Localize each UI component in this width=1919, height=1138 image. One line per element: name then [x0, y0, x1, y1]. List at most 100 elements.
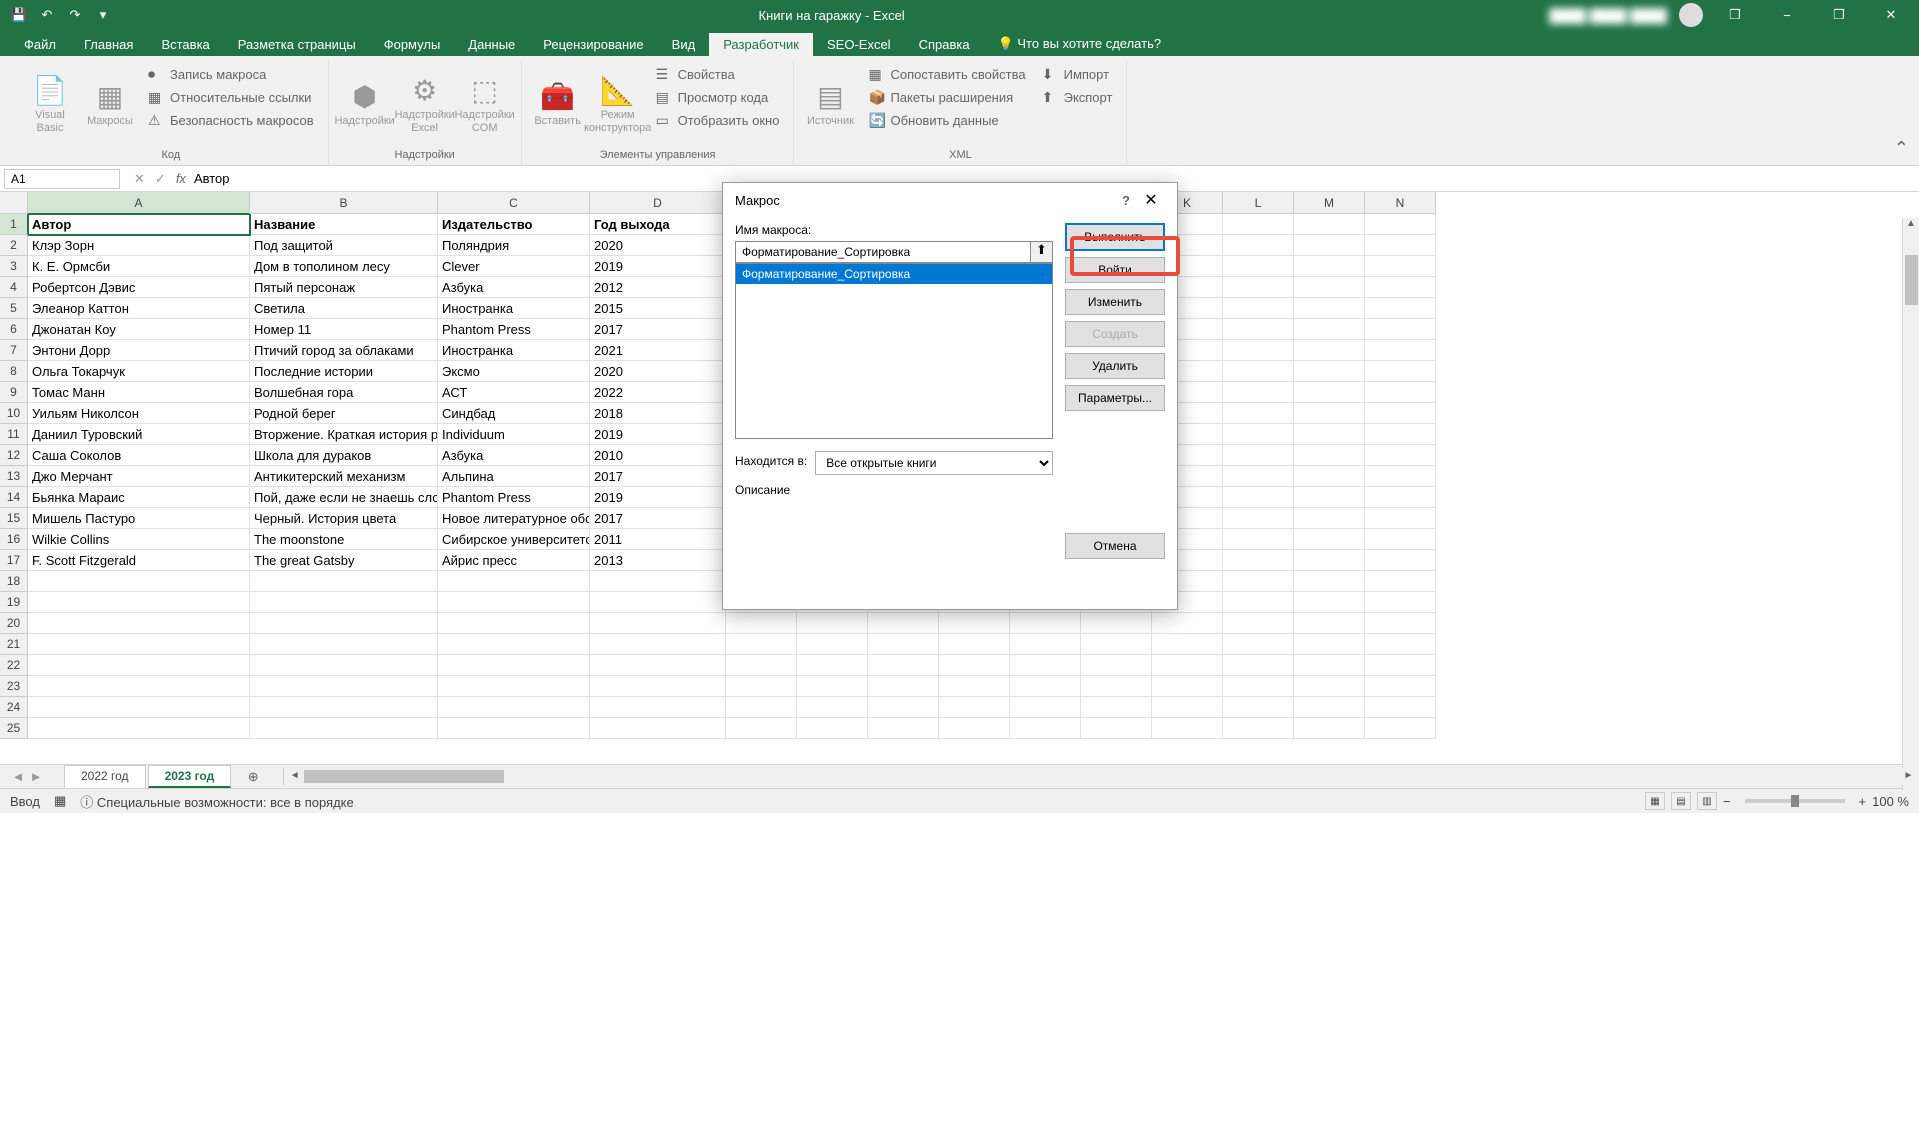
cell[interactable]: [438, 676, 590, 697]
cell[interactable]: Поляндрия: [438, 235, 590, 256]
cell[interactable]: [1152, 634, 1223, 655]
row-header[interactable]: 25: [0, 718, 28, 739]
cell[interactable]: [1294, 592, 1365, 613]
cell[interactable]: Последние истории: [250, 361, 438, 382]
column-header[interactable]: D: [590, 192, 726, 214]
cell[interactable]: [726, 697, 797, 718]
save-icon[interactable]: 💾: [8, 4, 30, 26]
macro-list-item[interactable]: Форматирование_Сортировка: [736, 264, 1052, 284]
cell[interactable]: [250, 697, 438, 718]
cell[interactable]: Альпина: [438, 466, 590, 487]
cell[interactable]: 2022: [590, 382, 726, 403]
cell[interactable]: [1294, 487, 1365, 508]
cell[interactable]: [1294, 634, 1365, 655]
cell[interactable]: Родной берег: [250, 403, 438, 424]
cell[interactable]: [726, 613, 797, 634]
cell[interactable]: [868, 634, 939, 655]
row-header[interactable]: 20: [0, 613, 28, 634]
cell[interactable]: Азбука: [438, 445, 590, 466]
cell[interactable]: Clever: [438, 256, 590, 277]
cell[interactable]: [590, 718, 726, 739]
record-macro-button[interactable]: ⏺Запись макроса: [142, 64, 320, 85]
minimize-button[interactable]: −: [1767, 1, 1807, 29]
edit-macro-button[interactable]: Изменить: [1065, 289, 1165, 315]
cell[interactable]: [1294, 613, 1365, 634]
cell[interactable]: [1152, 676, 1223, 697]
cell[interactable]: [1365, 487, 1436, 508]
redo-icon[interactable]: ↷: [64, 4, 86, 26]
cell[interactable]: Элеанор Каттон: [28, 298, 250, 319]
cell[interactable]: [939, 718, 1010, 739]
macro-options-button[interactable]: Параметры...: [1065, 385, 1165, 411]
cell[interactable]: [1365, 340, 1436, 361]
cell[interactable]: [1223, 634, 1294, 655]
enter-formula-icon[interactable]: ✓: [155, 171, 166, 187]
cell[interactable]: [1223, 319, 1294, 340]
cell[interactable]: [1223, 235, 1294, 256]
tab-формулы[interactable]: Формулы: [370, 33, 455, 56]
row-header[interactable]: 10: [0, 403, 28, 424]
row-header[interactable]: 14: [0, 487, 28, 508]
cell[interactable]: [868, 718, 939, 739]
cell[interactable]: [28, 634, 250, 655]
cell[interactable]: [1294, 361, 1365, 382]
cell[interactable]: [939, 676, 1010, 697]
cell[interactable]: Вторжение. Краткая история русских хакер…: [250, 424, 438, 445]
cell[interactable]: 2020: [590, 235, 726, 256]
cell[interactable]: [868, 697, 939, 718]
collapse-ribbon-icon[interactable]: ⌃: [1894, 138, 1909, 159]
cell[interactable]: [590, 655, 726, 676]
cell[interactable]: [590, 571, 726, 592]
row-header[interactable]: 18: [0, 571, 28, 592]
cell[interactable]: Даниил Туровский: [28, 424, 250, 445]
cell[interactable]: [1365, 235, 1436, 256]
row-header[interactable]: 6: [0, 319, 28, 340]
cell[interactable]: [797, 676, 868, 697]
sheet-nav-prev-icon[interactable]: ◄: [10, 769, 26, 784]
maximize-button[interactable]: ❐: [1819, 1, 1859, 29]
cell[interactable]: [797, 655, 868, 676]
xml-source-button[interactable]: ▤Источник: [802, 60, 858, 149]
row-header[interactable]: 7: [0, 340, 28, 361]
cell[interactable]: [1365, 214, 1436, 235]
accessibility-status[interactable]: ⓘ Специальные возможности: все в порядке: [80, 792, 353, 811]
excel-addins-button[interactable]: ⚙Надстройки Excel: [397, 60, 453, 149]
cell[interactable]: [438, 571, 590, 592]
cell[interactable]: [1223, 550, 1294, 571]
select-all-corner[interactable]: [0, 192, 28, 214]
cancel-button[interactable]: Отмена: [1065, 533, 1165, 559]
cell[interactable]: [1365, 550, 1436, 571]
cell[interactable]: [1081, 655, 1152, 676]
cell[interactable]: [1223, 424, 1294, 445]
properties-button[interactable]: ☰Свойства: [650, 64, 786, 85]
cell[interactable]: [797, 634, 868, 655]
tab-вид[interactable]: Вид: [658, 33, 710, 56]
zoom-level[interactable]: 100 %: [1872, 794, 1909, 809]
cell[interactable]: [28, 718, 250, 739]
cell[interactable]: [1223, 298, 1294, 319]
cell[interactable]: АСТ: [438, 382, 590, 403]
cell[interactable]: [438, 718, 590, 739]
cell[interactable]: [590, 676, 726, 697]
cell[interactable]: 2017: [590, 508, 726, 529]
cell[interactable]: Антикитерский механизм: [250, 466, 438, 487]
dialog-titlebar[interactable]: Макрос ? ✕: [723, 183, 1177, 217]
xml-import-button[interactable]: ⬇Импорт: [1036, 64, 1119, 85]
cell[interactable]: [1365, 676, 1436, 697]
cell[interactable]: [1152, 613, 1223, 634]
cell[interactable]: [1365, 508, 1436, 529]
cell[interactable]: [1223, 613, 1294, 634]
cell[interactable]: [1365, 634, 1436, 655]
row-header[interactable]: 16: [0, 529, 28, 550]
cell[interactable]: Phantom Press: [438, 319, 590, 340]
com-addins-button[interactable]: ⬚Надстройки COM: [457, 60, 513, 149]
map-properties-button[interactable]: ▦Сопоставить свойства: [862, 64, 1031, 85]
normal-view-button[interactable]: ▦: [1645, 792, 1665, 810]
cell[interactable]: Школа для дураков: [250, 445, 438, 466]
macro-list[interactable]: Форматирование_Сортировка: [735, 263, 1053, 439]
cell[interactable]: Томас Манн: [28, 382, 250, 403]
cell[interactable]: [1294, 676, 1365, 697]
tab-справка[interactable]: Справка: [905, 33, 984, 56]
cell[interactable]: [28, 676, 250, 697]
cell[interactable]: [1223, 403, 1294, 424]
